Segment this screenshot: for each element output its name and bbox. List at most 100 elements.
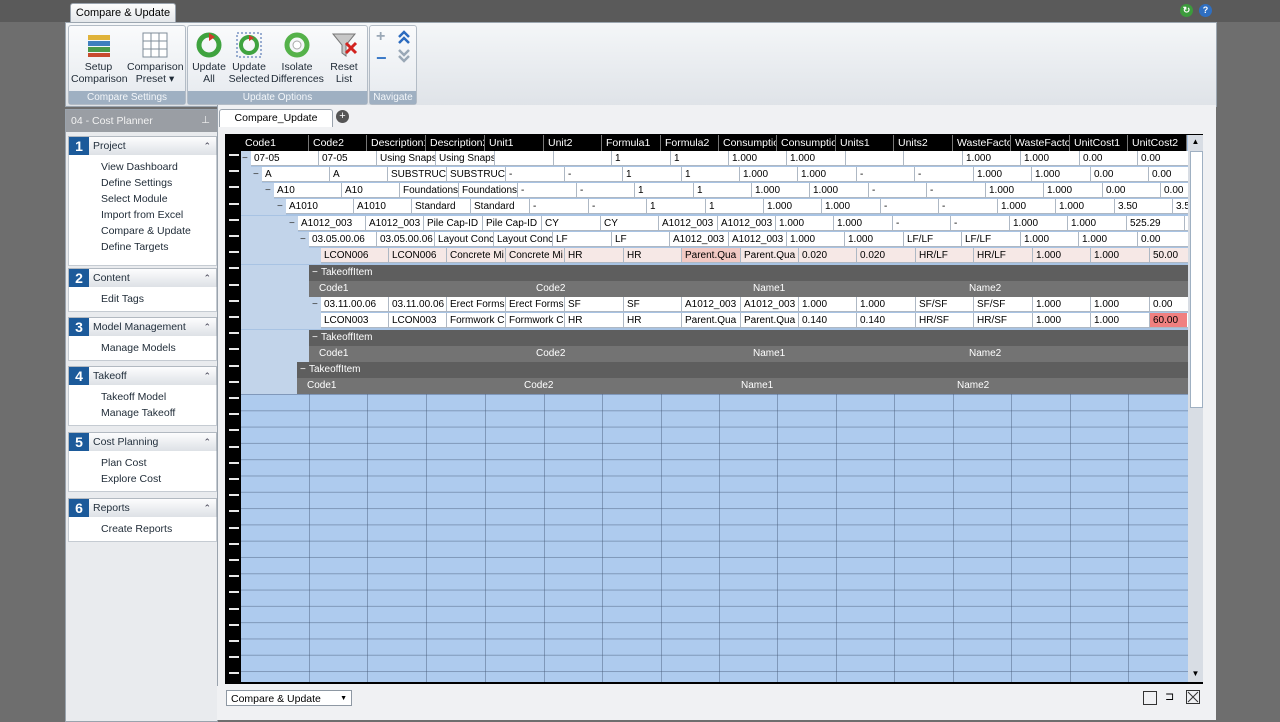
grid-cell[interactable]: 1.000: [798, 167, 857, 182]
band-column-header[interactable]: Code2: [536, 346, 565, 362]
grid-cell[interactable]: CY: [542, 216, 601, 231]
grid-cell[interactable]: 1.000: [1044, 183, 1103, 198]
grid-cell[interactable]: 0.00: [1138, 232, 1188, 247]
row-indicator[interactable]: [229, 235, 239, 237]
row-indicator[interactable]: [229, 186, 239, 189]
scroll-down-icon[interactable]: ▼: [1190, 669, 1201, 679]
move-up-icon[interactable]: [397, 29, 411, 45]
grid-cell[interactable]: A1012_003: [659, 216, 718, 231]
grid-cell[interactable]: -: [927, 183, 986, 198]
grid-cell[interactable]: 1: [612, 151, 671, 166]
column-header[interactable]: Formula2: [661, 135, 719, 151]
sidebar-item[interactable]: View Dashboard: [101, 161, 178, 173]
grid-cell[interactable]: Standard: [412, 199, 471, 214]
grid-cell[interactable]: -: [939, 199, 998, 214]
grid-cell[interactable]: 07-05: [251, 151, 319, 166]
grid-cell[interactable]: 1.000: [1091, 313, 1150, 328]
pin-icon[interactable]: ⊥: [201, 110, 210, 132]
grid-cell[interactable]: 1: [647, 199, 706, 214]
sidebar-item[interactable]: Define Targets: [101, 241, 169, 253]
row-indicator[interactable]: [229, 316, 239, 318]
band-column-header[interactable]: Name1: [741, 378, 773, 394]
grid-cell[interactable]: 1.000: [834, 216, 893, 231]
grid-cell[interactable]: 1: [694, 183, 752, 198]
grid-cell[interactable]: HR/LF: [974, 248, 1033, 263]
section-header-0[interactable]: 1 Project ⌃: [68, 136, 217, 156]
tab-compare-update-doc[interactable]: Compare_Update: [219, 109, 333, 127]
grid-cell[interactable]: A1012_003: [670, 232, 729, 247]
grid-cell[interactable]: 1.000: [1010, 216, 1068, 231]
expand-icon[interactable]: +: [376, 29, 390, 45]
section-header-2[interactable]: 3 Model Management ⌃: [68, 317, 217, 337]
grid-cell[interactable]: A: [330, 167, 388, 182]
band-column-header[interactable]: Code1: [307, 378, 336, 394]
grid-cell[interactable]: -: [869, 183, 927, 198]
section-header-1[interactable]: 2 Content ⌃: [68, 268, 217, 288]
grid-cell[interactable]: HR: [624, 313, 682, 328]
grid-cell[interactable]: SF: [624, 297, 682, 312]
grid-cell[interactable]: Parent.Qua: [741, 248, 799, 263]
sidebar-item[interactable]: Create Reports: [101, 523, 172, 535]
column-header[interactable]: WasteFactor: [953, 135, 1011, 151]
grid-cell[interactable]: LF: [612, 232, 670, 247]
row-indicator[interactable]: [229, 251, 239, 254]
section-header-3[interactable]: 4 Takeoff ⌃: [68, 366, 217, 386]
grid-cell[interactable]: 0.00: [1103, 183, 1161, 198]
grid-cell[interactable]: 0.00: [1080, 151, 1138, 166]
sidebar-item[interactable]: Import from Excel: [101, 209, 183, 221]
grid-cell[interactable]: Foundations: [400, 183, 459, 198]
grid-cell[interactable]: Parent.Qua: [741, 313, 799, 328]
grid-cell[interactable]: LF/LF: [904, 232, 962, 247]
row-indicator[interactable]: [229, 218, 239, 221]
restore-icon[interactable]: [1143, 691, 1157, 705]
grid-cell[interactable]: 1: [635, 183, 694, 198]
chevron-up-icon[interactable]: ⌃: [203, 137, 211, 155]
sidebar-item[interactable]: Takeoff Model: [101, 391, 166, 403]
grid-cell[interactable]: 1.000: [776, 216, 834, 231]
move-down-icon[interactable]: [397, 48, 411, 64]
refresh-window-icon[interactable]: ↻: [1180, 4, 1193, 17]
grid-cell[interactable]: Parent.Qua: [682, 248, 741, 263]
grid-cell[interactable]: 1.000: [963, 151, 1021, 166]
update-selected-button[interactable]: Update Selected: [228, 28, 270, 88]
grid-cell[interactable]: 03.11.00.06: [321, 297, 389, 312]
close-icon[interactable]: [1186, 690, 1200, 704]
row-indicator[interactable]: [229, 170, 239, 173]
sidebar-item[interactable]: Explore Cost: [101, 473, 161, 485]
grid-cell[interactable]: LCON006: [389, 248, 447, 263]
row-indicator[interactable]: [229, 283, 239, 286]
sidebar-item[interactable]: Define Settings: [101, 177, 172, 189]
row-indicator[interactable]: [229, 461, 239, 464]
grid-cell[interactable]: A1012_003: [682, 297, 741, 312]
band-column-header[interactable]: Name1: [753, 346, 785, 362]
view-select[interactable]: Compare & Update ▼: [226, 690, 352, 706]
row-indicator[interactable]: [229, 478, 239, 480]
column-header[interactable]: WasteFactor: [1011, 135, 1070, 151]
grid-cell[interactable]: Foundations: [459, 183, 518, 198]
grid-cell[interactable]: LF/LF: [962, 232, 1021, 247]
grid-cell[interactable]: 0.140: [799, 313, 857, 328]
grid-cell[interactable]: 3.50: [1115, 199, 1173, 214]
sidebar-item[interactable]: Compare & Update: [101, 225, 191, 237]
band-column-header[interactable]: Name1: [753, 281, 785, 297]
column-header[interactable]: Code2: [309, 135, 367, 151]
row-indicator[interactable]: [229, 332, 239, 335]
comparison-grid[interactable]: Code1 Code2 Description1 Description2 Unit1 U…: [241, 135, 1188, 682]
row-indicator[interactable]: [229, 526, 239, 529]
row-indicator[interactable]: [229, 445, 239, 448]
collapse-icon[interactable]: −: [376, 49, 390, 67]
row-indicator[interactable]: [229, 494, 239, 497]
row-indicator[interactable]: [229, 640, 239, 642]
band-column-header[interactable]: Code2: [536, 281, 565, 297]
grid-cell[interactable]: 1.000: [810, 183, 869, 198]
grid-cell[interactable]: 1.000: [1032, 167, 1091, 182]
grid-cell[interactable]: Standard: [471, 199, 530, 214]
grid-cell[interactable]: SUBSTRUCTU: [388, 167, 447, 182]
row-indicator[interactable]: [229, 607, 239, 610]
grid-cell[interactable]: 1.000: [1033, 248, 1091, 263]
grid-cell[interactable]: 0.00: [1091, 167, 1149, 182]
chevron-up-icon[interactable]: ⌃: [203, 367, 211, 385]
grid-cell[interactable]: A10: [274, 183, 342, 198]
grid-cell[interactable]: 1.000: [845, 232, 904, 247]
dock-icon[interactable]: ⊐: [1165, 691, 1181, 703]
